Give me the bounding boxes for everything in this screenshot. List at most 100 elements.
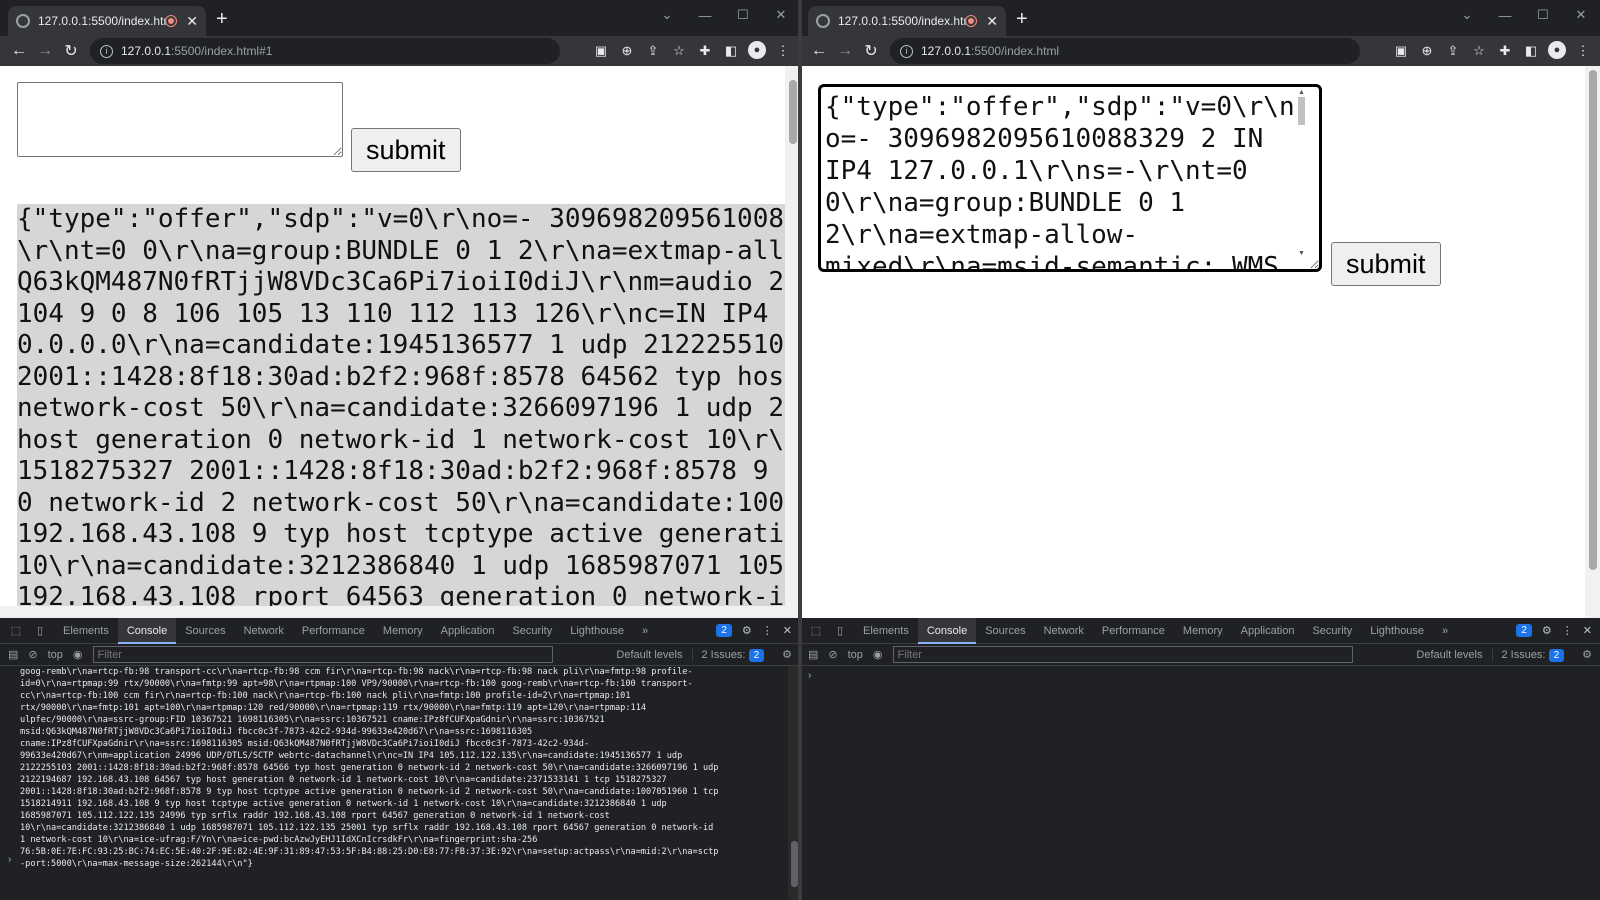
console-scroll-thumb[interactable] [791, 841, 798, 887]
site-info-icon[interactable]: i [100, 44, 113, 58]
zoom-icon[interactable]: ⊕ [1418, 41, 1436, 61]
textarea-scrollbar[interactable]: ▲ ▼ [1297, 89, 1307, 257]
page-scrollbar[interactable] [1585, 66, 1600, 618]
tab-application[interactable]: Application [1232, 618, 1304, 644]
log-levels-dropdown[interactable]: Default levels [1416, 649, 1482, 661]
tab-search-icon[interactable]: ⌄ [1448, 2, 1486, 28]
back-button[interactable]: ← [806, 42, 832, 60]
tab-console[interactable]: Console [917, 617, 977, 644]
profile-avatar[interactable]: ● [1548, 41, 1566, 59]
console-settings-icon[interactable]: ⚙ [1582, 648, 1592, 661]
tab-performance[interactable]: Performance [1093, 618, 1174, 644]
back-button[interactable]: ← [6, 42, 32, 60]
issues-badge[interactable]: 2 [716, 624, 732, 637]
maximize-button[interactable]: ☐ [724, 2, 762, 28]
inspect-icon[interactable]: ⬚ [806, 624, 826, 638]
tab-sources[interactable]: Sources [976, 618, 1034, 644]
profile-avatar[interactable]: ● [748, 41, 766, 59]
console-prompt-icon[interactable]: › [8, 854, 11, 865]
tab-network[interactable]: Network [235, 618, 293, 644]
horizontal-scrollbar[interactable] [0, 606, 785, 618]
scroll-down-arrow-icon[interactable]: ▼ [1298, 250, 1305, 257]
console-prompt-icon[interactable]: › [808, 670, 811, 681]
scroll-up-arrow-icon[interactable]: ▲ [1298, 89, 1305, 96]
camera-icon[interactable]: ▣ [1392, 41, 1410, 61]
address-bar[interactable]: i 127.0.0.1:5500/index.html [890, 38, 1360, 64]
forward-button[interactable]: → [832, 42, 858, 60]
side-panel-icon[interactable]: ◧ [722, 41, 740, 61]
extensions-icon[interactable]: ✚ [1496, 41, 1514, 61]
tab-performance[interactable]: Performance [293, 618, 374, 644]
minimize-button[interactable]: — [1486, 2, 1524, 28]
clear-console-icon[interactable]: ⊘ [28, 648, 37, 661]
tab-lighthouse[interactable]: Lighthouse [1361, 618, 1433, 644]
close-tab-icon[interactable]: ✕ [986, 13, 998, 30]
new-tab-button[interactable]: + [216, 9, 228, 29]
device-toolbar-icon[interactable]: ▯ [830, 624, 850, 638]
forward-button[interactable]: → [32, 42, 58, 60]
menu-icon[interactable]: ⋮ [1574, 41, 1592, 61]
scrollbar-thumb[interactable] [789, 80, 797, 144]
tab-sources[interactable]: Sources [176, 618, 234, 644]
context-selector[interactable]: top [48, 649, 63, 661]
address-bar[interactable]: i 127.0.0.1:5500/index.html#1 [90, 38, 560, 64]
eye-icon[interactable]: ◉ [873, 648, 883, 661]
settings-gear-icon[interactable]: ⚙ [742, 624, 752, 637]
close-tab-icon[interactable]: ✕ [186, 13, 198, 30]
more-options-icon[interactable]: ⋮ [1562, 624, 1573, 637]
zoom-icon[interactable]: ⊕ [618, 41, 636, 61]
reload-button[interactable]: ↻ [858, 41, 884, 61]
tab-lighthouse[interactable]: Lighthouse [561, 618, 633, 644]
eye-icon[interactable]: ◉ [73, 648, 83, 661]
device-toolbar-icon[interactable]: ▯ [30, 624, 50, 638]
more-tabs-icon[interactable]: » [1433, 618, 1457, 644]
inspect-icon[interactable]: ⬚ [6, 624, 26, 638]
close-window-button[interactable]: ✕ [1562, 2, 1600, 28]
issues-counter[interactable]: 2 Issues: 2 [1492, 648, 1565, 662]
settings-gear-icon[interactable]: ⚙ [1542, 624, 1552, 637]
share-icon[interactable]: ⇪ [1444, 41, 1462, 61]
side-panel-icon[interactable]: ◧ [1522, 41, 1540, 61]
tab-security[interactable]: Security [503, 618, 561, 644]
context-selector[interactable]: top [848, 649, 863, 661]
reload-button[interactable]: ↻ [58, 41, 84, 61]
scrollbar-thumb[interactable] [1589, 70, 1597, 570]
message-textarea-filled[interactable] [818, 84, 1322, 272]
maximize-button[interactable]: ☐ [1524, 2, 1562, 28]
console-settings-icon[interactable]: ⚙ [782, 648, 792, 661]
camera-icon[interactable]: ▣ [592, 41, 610, 61]
bookmark-star-icon[interactable]: ☆ [1470, 41, 1488, 61]
more-options-icon[interactable]: ⋮ [762, 624, 773, 637]
tab-elements[interactable]: Elements [54, 618, 118, 644]
close-window-button[interactable]: ✕ [762, 2, 800, 28]
filter-input[interactable] [92, 646, 553, 663]
bookmark-star-icon[interactable]: ☆ [670, 41, 688, 61]
tab-memory[interactable]: Memory [374, 618, 432, 644]
share-icon[interactable]: ⇪ [644, 41, 662, 61]
issues-counter[interactable]: 2 Issues: 2 [692, 648, 765, 662]
clear-console-icon[interactable]: ⊘ [828, 648, 837, 661]
minimize-button[interactable]: — [686, 2, 724, 28]
log-levels-dropdown[interactable]: Default levels [616, 649, 682, 661]
tab-memory[interactable]: Memory [1174, 618, 1232, 644]
tab-elements[interactable]: Elements [854, 618, 918, 644]
tab-network[interactable]: Network [1035, 618, 1093, 644]
message-textarea[interactable] [17, 82, 343, 157]
browser-tab[interactable]: 127.0.0.1:5500/index.html ✕ [808, 6, 1006, 36]
menu-icon[interactable]: ⋮ [774, 41, 792, 61]
tab-search-icon[interactable]: ⌄ [648, 2, 686, 28]
tab-application[interactable]: Application [432, 618, 504, 644]
filter-input[interactable] [892, 646, 1353, 663]
extensions-icon[interactable]: ✚ [696, 41, 714, 61]
new-tab-button[interactable]: + [1016, 9, 1028, 29]
site-info-icon[interactable]: i [900, 44, 913, 58]
submit-button[interactable]: submit [1331, 242, 1441, 286]
close-devtools-icon[interactable]: ✕ [1583, 624, 1592, 637]
tab-security[interactable]: Security [1303, 618, 1361, 644]
more-tabs-icon[interactable]: » [633, 618, 657, 644]
browser-tab[interactable]: 127.0.0.1:5500/index.html#1 ✕ [8, 6, 206, 36]
sidebar-toggle-icon[interactable]: ▤ [808, 648, 818, 661]
issues-badge[interactable]: 2 [1516, 624, 1532, 637]
tab-console[interactable]: Console [117, 617, 177, 644]
submit-button[interactable]: submit [351, 128, 461, 172]
